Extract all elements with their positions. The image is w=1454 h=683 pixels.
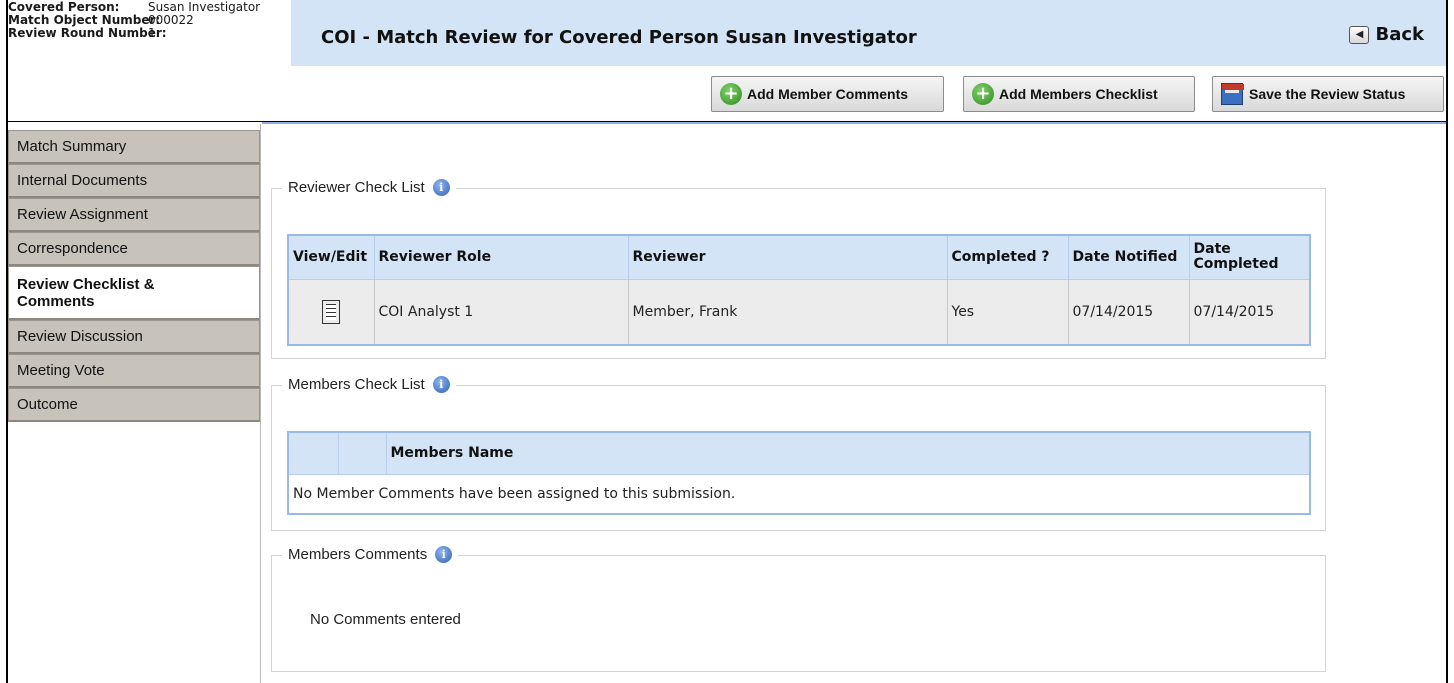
document-icon[interactable] — [322, 299, 341, 324]
back-arrow-icon: ◀ — [1349, 25, 1370, 44]
toolbar: + Add Member Comments + Add Members Chec… — [8, 66, 1446, 122]
completed-cell: Yes — [946, 278, 1069, 346]
add-members-checklist-button[interactable]: + Add Members Checklist — [963, 76, 1195, 112]
members-checklist-table: Members Name No Member Comments have bee… — [287, 431, 1311, 515]
date-completed-cell: 07/14/2015 — [1188, 278, 1311, 346]
add-member-comments-label: Add Member Comments — [747, 86, 909, 102]
column-header-blank — [287, 431, 339, 475]
info-icon[interactable]: i — [435, 546, 453, 563]
reviewer-checklist-title: Reviewer Check List — [288, 179, 425, 196]
column-header-date-completed: Date Completed — [1188, 234, 1311, 280]
floppy-disk-icon — [1221, 83, 1244, 105]
column-header-view-edit: View/Edit — [287, 234, 375, 280]
members-comments-title: Members Comments — [288, 546, 428, 563]
content-top-border — [262, 122, 1446, 124]
page-title: COI - Match Review for Covered Person Su… — [321, 27, 917, 48]
table-row: COI Analyst 1 Member, Frank Yes 07/14/20… — [287, 278, 1311, 346]
column-header-members-name: Members Name — [385, 431, 1311, 475]
reviewer-cell: Member, Frank — [627, 278, 948, 346]
sidebar-item-correspondence[interactable]: Correspondence — [8, 232, 260, 266]
save-review-status-label: Save the Review Status — [1249, 86, 1406, 102]
info-icon[interactable]: i — [432, 376, 450, 393]
info-icon[interactable]: i — [432, 179, 450, 196]
plus-icon: + — [720, 83, 742, 105]
sidebar-item-label: Review Checklist & Comments — [17, 275, 155, 310]
sidebar-item-label: Outcome — [17, 396, 78, 413]
sidebar-item-label: Match Summary — [17, 138, 127, 155]
sidebar-item-meeting-vote[interactable]: Meeting Vote — [8, 354, 260, 388]
sidebar-divider — [260, 124, 261, 683]
save-review-status-button[interactable]: Save the Review Status — [1212, 76, 1444, 112]
sidebar-item-review-checklist-comments[interactable]: Review Checklist & Comments — [8, 266, 260, 320]
sidebar-item-review-discussion[interactable]: Review Discussion — [8, 320, 260, 354]
back-label: Back — [1375, 24, 1424, 45]
column-header-completed: Completed ? — [946, 234, 1069, 280]
members-comments-group: Members Comments i No Comments entered — [271, 546, 1326, 672]
back-button[interactable]: ◀ Back — [1349, 24, 1424, 45]
no-comments-message: No Comments entered — [310, 611, 461, 628]
review-round-label: Review Round Number: — [8, 26, 167, 40]
sidebar-item-review-assignment[interactable]: Review Assignment — [8, 198, 260, 232]
review-round-value: 1 — [148, 26, 156, 40]
reviewer-checklist-table: View/Edit Reviewer Role Reviewer Complet… — [287, 234, 1311, 346]
sidebar-item-label: Meeting Vote — [17, 362, 105, 379]
members-checklist-group: Members Check List i Members Name No Mem… — [271, 376, 1326, 531]
column-header-blank — [337, 431, 387, 475]
date-notified-cell: 07/14/2015 — [1067, 278, 1190, 346]
empty-message: No Member Comments have been assigned to… — [287, 473, 1311, 515]
sidebar-item-label: Internal Documents — [17, 172, 148, 189]
review-info-panel: Covered Person: Susan Investigator Match … — [8, 0, 291, 66]
sidebar-item-match-summary[interactable]: Match Summary — [8, 130, 260, 164]
sidebar-item-outcome[interactable]: Outcome — [8, 388, 260, 422]
reviewer-checklist-legend: Reviewer Check List i — [282, 179, 456, 196]
sidebar-item-label: Review Discussion — [17, 328, 143, 345]
sidebar-item-internal-documents[interactable]: Internal Documents — [8, 164, 260, 198]
add-member-comments-button[interactable]: + Add Member Comments — [711, 76, 944, 112]
view-edit-cell[interactable] — [287, 278, 375, 346]
add-members-checklist-label: Add Members Checklist — [999, 86, 1158, 102]
members-comments-legend: Members Comments i — [282, 546, 459, 563]
sidebar-nav: Match Summary Internal Documents Review … — [8, 130, 260, 422]
plus-icon: + — [972, 83, 994, 105]
column-header-date-notified: Date Notified — [1067, 234, 1190, 280]
members-checklist-title: Members Check List — [288, 376, 425, 393]
members-checklist-legend: Members Check List i — [282, 376, 456, 393]
sidebar-item-label: Correspondence — [17, 240, 128, 257]
title-bar: COI - Match Review for Covered Person Su… — [291, 0, 1446, 66]
reviewer-role-cell: COI Analyst 1 — [373, 278, 629, 346]
sidebar-item-label: Review Assignment — [17, 206, 148, 223]
column-header-reviewer: Reviewer — [627, 234, 948, 280]
reviewer-checklist-group: Reviewer Check List i View/Edit Reviewer… — [271, 179, 1326, 359]
column-header-reviewer-role: Reviewer Role — [373, 234, 629, 280]
